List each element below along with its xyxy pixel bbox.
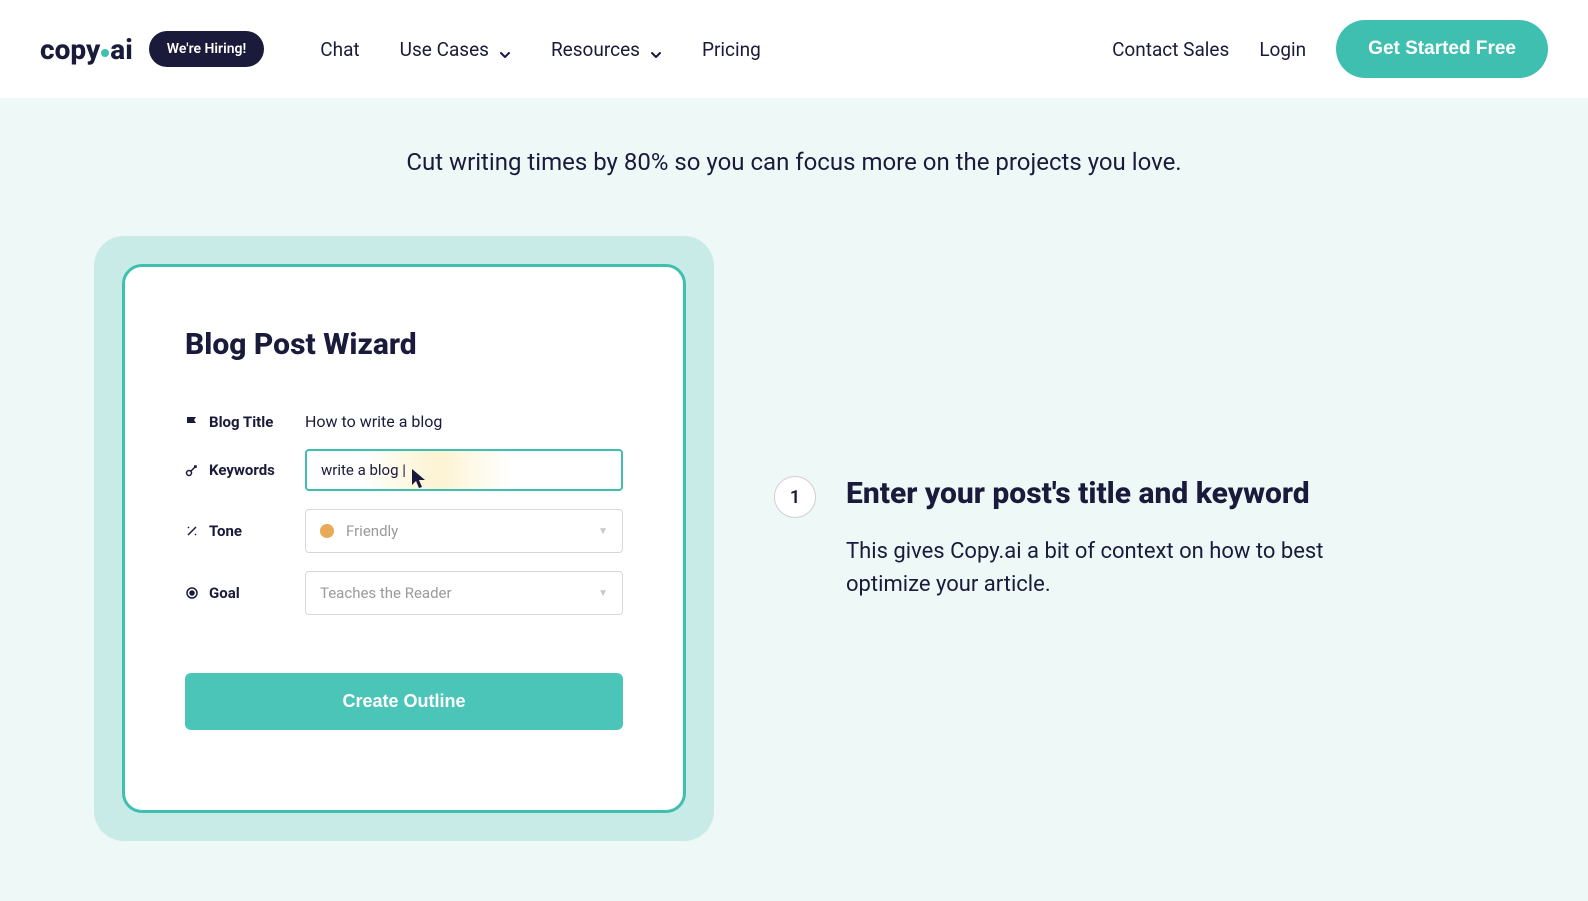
target-icon xyxy=(185,586,199,600)
nav-resources-label: Resources xyxy=(551,38,640,61)
goal-row: Goal Teaches the Reader ▼ xyxy=(185,571,623,615)
blog-title-label: Blog Title xyxy=(185,413,285,431)
tone-color-dot-icon xyxy=(320,524,334,538)
goal-label-text: Goal xyxy=(209,584,240,602)
site-header: copyai We're Hiring! Chat Use Cases Reso… xyxy=(0,0,1588,98)
tone-label: Tone xyxy=(185,522,285,540)
nav-resources[interactable]: Resources xyxy=(551,38,662,61)
blog-title-label-text: Blog Title xyxy=(209,413,273,431)
logo[interactable]: copyai xyxy=(40,33,133,66)
header-left: copyai We're Hiring! Chat Use Cases Reso… xyxy=(40,31,761,67)
logo-text-2: ai xyxy=(110,33,133,66)
blog-title-row: Blog Title How to write a blog xyxy=(185,412,623,431)
get-started-button[interactable]: Get Started Free xyxy=(1336,20,1548,78)
step-description: This gives Copy.ai a bit of context on h… xyxy=(846,535,1326,601)
logo-text-1: copy xyxy=(40,33,100,66)
main-nav: Chat Use Cases Resources Pricing xyxy=(320,38,760,61)
nav-use-cases-label: Use Cases xyxy=(400,38,489,61)
hiring-badge[interactable]: We're Hiring! xyxy=(149,31,265,67)
login-link[interactable]: Login xyxy=(1259,38,1306,61)
keywords-input-value: write a blog | xyxy=(321,461,406,479)
flag-icon xyxy=(185,415,199,429)
keywords-label: Keywords xyxy=(185,461,285,479)
create-outline-button[interactable]: Create Outline xyxy=(185,673,623,730)
step-title: Enter your post's title and keyword xyxy=(846,476,1326,511)
chevron-down-icon xyxy=(650,43,662,55)
tone-select[interactable]: Friendly ▼ xyxy=(305,509,623,553)
contact-sales-link[interactable]: Contact Sales xyxy=(1112,38,1229,61)
logo-dot-icon xyxy=(101,49,109,57)
keywords-label-text: Keywords xyxy=(209,461,275,479)
goal-select[interactable]: Teaches the Reader ▼ xyxy=(305,571,623,615)
wizard-title: Blog Post Wizard xyxy=(185,327,623,362)
step-number-badge: 1 xyxy=(774,476,816,518)
content-row: Blog Post Wizard Blog Title How to write… xyxy=(94,236,1494,841)
key-icon xyxy=(185,463,199,477)
hero-subtitle: Cut writing times by 80% so you can focu… xyxy=(40,148,1548,176)
step-content: 1 Enter your post's title and keyword Th… xyxy=(774,476,1494,601)
goal-label: Goal xyxy=(185,584,285,602)
tone-placeholder: Friendly xyxy=(346,522,398,540)
keywords-input[interactable]: write a blog | xyxy=(305,449,623,491)
header-right: Contact Sales Login Get Started Free xyxy=(1112,20,1548,78)
wand-icon xyxy=(185,524,199,538)
tone-row: Tone Friendly ▼ xyxy=(185,509,623,553)
wizard-container: Blog Post Wizard Blog Title How to write… xyxy=(94,236,714,841)
blog-title-value: How to write a blog xyxy=(305,412,442,431)
chevron-down-icon: ▼ xyxy=(598,588,608,599)
tone-label-text: Tone xyxy=(209,522,242,540)
nav-chat[interactable]: Chat xyxy=(320,38,359,61)
hero-section: Cut writing times by 80% so you can focu… xyxy=(0,98,1588,901)
nav-use-cases[interactable]: Use Cases xyxy=(400,38,511,61)
chevron-down-icon: ▼ xyxy=(598,526,608,537)
wizard-card: Blog Post Wizard Blog Title How to write… xyxy=(122,264,686,813)
keywords-row: Keywords write a blog | xyxy=(185,449,623,491)
nav-pricing[interactable]: Pricing xyxy=(702,38,761,61)
step-text: Enter your post's title and keyword This… xyxy=(846,476,1326,601)
goal-placeholder: Teaches the Reader xyxy=(320,584,452,602)
chevron-down-icon xyxy=(499,43,511,55)
cursor-icon xyxy=(412,469,428,489)
